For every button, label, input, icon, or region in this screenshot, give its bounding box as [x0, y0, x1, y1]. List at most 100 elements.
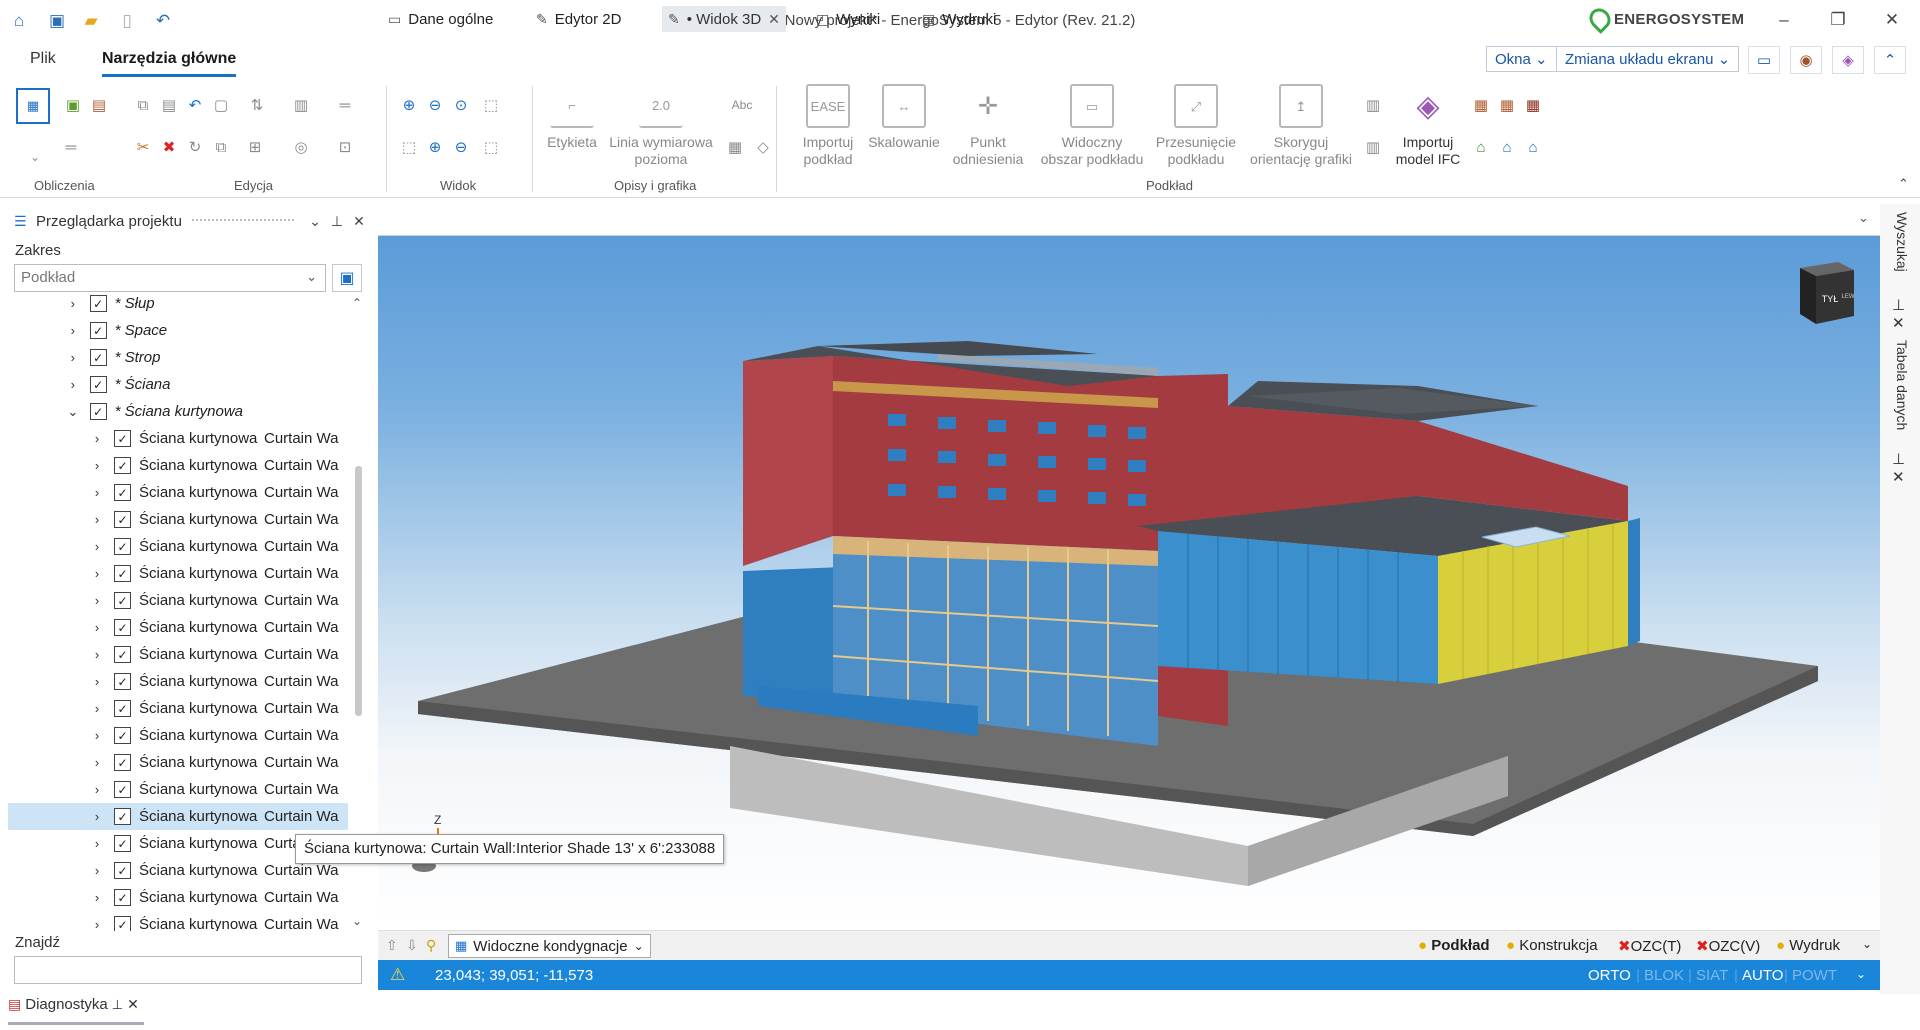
grid-icon[interactable]: ▥ — [1362, 94, 1384, 116]
shape-icon[interactable]: ◇ — [752, 136, 774, 158]
3d-viewport[interactable]: Z TYŁ LEW — [378, 236, 1880, 929]
circle-icon[interactable]: ◎ — [290, 136, 312, 158]
expand-chevron-icon[interactable]: › — [66, 350, 80, 365]
widoczny-obszar-button[interactable]: ▭ Widoczny obszar podkładu — [1032, 84, 1152, 168]
expand-chevron-icon[interactable]: › — [90, 431, 104, 446]
tree-checkbox[interactable]: ✓ — [114, 538, 131, 555]
house3-icon[interactable]: ⌂ — [1522, 136, 1544, 158]
tree-row[interactable]: › ✓ Ściana kurtynowa Curtain Wa — [8, 884, 348, 911]
tree-checkbox[interactable]: ✓ — [114, 754, 131, 771]
tree-checkbox[interactable]: ✓ — [89, 376, 107, 393]
layer-podklad[interactable]: ● Podkład — [1418, 937, 1490, 954]
zoom-window-icon[interactable]: ⊙ — [450, 94, 472, 116]
tree-row[interactable]: › ✓ Ściana kurtynowa Curtain Wa — [8, 668, 348, 695]
mirror-icon[interactable]: ⊞ — [244, 136, 266, 158]
tree-checkbox[interactable]: ✓ — [89, 322, 107, 339]
tree-checkbox[interactable]: ✓ — [114, 781, 131, 798]
floor-plan3-icon[interactable]: ▦ — [1522, 94, 1544, 116]
expand-chevron-icon[interactable]: › — [90, 890, 104, 905]
skoryguj-button[interactable]: ↥ Skoryguj orientację grafiki — [1242, 84, 1360, 168]
calculator-icon[interactable]: ▦ — [16, 88, 50, 124]
tree-checkbox[interactable]: ✓ — [114, 889, 131, 906]
calc-green-icon[interactable]: ▣ — [62, 94, 84, 116]
house2-icon[interactable]: ⌂ — [1496, 136, 1518, 158]
align-icon[interactable]: ═ — [334, 94, 356, 116]
mode-orto[interactable]: ORTO — [1588, 967, 1631, 984]
tree-row[interactable]: › ✓ Ściana kurtynowa Curtain Wa — [8, 776, 348, 803]
tree-row[interactable]: › ✓ Ściana kurtynowa Curtain Wa — [8, 695, 348, 722]
close-tab-icon[interactable]: ✕ — [768, 11, 780, 28]
expand-chevron-icon[interactable]: › — [90, 539, 104, 554]
ribbon-collapse-icon[interactable]: ⌃ — [1898, 176, 1909, 192]
text-abc-icon[interactable]: Abc — [724, 94, 760, 116]
tree-checkbox[interactable]: ✓ — [114, 430, 131, 447]
expand-chevron-icon[interactable]: › — [90, 593, 104, 608]
expand-chevron-icon[interactable]: › — [90, 674, 104, 689]
scroll-thumb[interactable] — [355, 466, 362, 716]
tab-edytor-2d[interactable]: ✎ Edytor 2D — [530, 6, 627, 32]
tree-checkbox[interactable]: ✓ — [114, 916, 131, 931]
expand-chevron-icon[interactable]: › — [90, 512, 104, 527]
expand-chevron-icon[interactable]: › — [90, 647, 104, 662]
layer-konstrukcja[interactable]: ● Konstrukcja — [1506, 937, 1598, 954]
close-tabela-icon[interactable]: ✕ — [1892, 468, 1905, 486]
tree-checkbox[interactable]: ✓ — [114, 700, 131, 717]
expand-chevron-icon[interactable]: › — [66, 377, 80, 392]
zoom-out-icon[interactable]: ⊖ — [424, 94, 446, 116]
close-diagnostics-icon[interactable]: ✕ — [127, 996, 139, 1013]
close-wyszukaj-icon[interactable]: ✕ — [1892, 314, 1905, 332]
find-input[interactable] — [14, 956, 362, 984]
filter-icon[interactable]: ⚲ — [426, 937, 436, 954]
tree-checkbox[interactable]: ✓ — [114, 862, 131, 879]
tab-narzedzia-glowne[interactable]: Narzędzia główne — [102, 50, 237, 77]
nav-cube-icon[interactable]: TYŁ LEW — [1794, 258, 1860, 328]
copy-icon[interactable]: ⧉ — [132, 94, 154, 116]
expand-chevron-icon[interactable]: › — [90, 863, 104, 878]
tab-dane-ogolne[interactable]: ▭ Dane ogólne — [382, 6, 499, 32]
status-dropdown-icon[interactable]: ⌄ — [1856, 967, 1866, 981]
mode-powt[interactable]: POWT — [1792, 967, 1837, 984]
tab-wyniki[interactable]: ◰ Wyniki — [810, 6, 886, 32]
tree-checkbox[interactable]: ✓ — [114, 511, 131, 528]
expand-chevron-icon[interactable]: › — [90, 458, 104, 473]
tree-checkbox[interactable]: ✓ — [114, 646, 131, 663]
undo-edit-icon[interactable]: ↶ — [184, 94, 206, 116]
arrow-up-icon[interactable]: ⇧ — [386, 937, 398, 954]
warning-icon[interactable]: ⚠ — [390, 965, 405, 985]
zoom-next-icon[interactable]: ⊖ — [450, 136, 472, 158]
expand-chevron-icon[interactable]: › — [90, 755, 104, 770]
tree-checkbox[interactable]: ✓ — [89, 349, 107, 366]
tree-row[interactable]: › ✓ Ściana kurtynowa Curtain Wa — [8, 560, 348, 587]
scroll-down-icon[interactable]: ⌄ — [352, 914, 362, 928]
tree-checkbox[interactable]: ✓ — [114, 619, 131, 636]
importuj-ifc-button[interactable]: ◈ Importuj model IFC — [1390, 84, 1466, 168]
move-icon[interactable]: ⇅ — [246, 94, 268, 116]
tree-row[interactable]: › ✓ Ściana kurtynowa Curtain Wa — [8, 587, 348, 614]
layers-icon[interactable]: ▥ — [290, 94, 312, 116]
mode-auto[interactable]: AUTO — [1742, 967, 1783, 984]
expand-chevron-icon[interactable]: › — [66, 323, 80, 338]
skalowanie-button[interactable]: ↔ Skalowanie — [864, 84, 944, 151]
panel-menu-chevron-icon[interactable]: ⌄ — [304, 213, 326, 230]
pin-icon[interactable]: ⊥ — [1892, 450, 1905, 468]
tree-row[interactable]: ⌄ ✓ * Ściana kurtynowa — [8, 398, 348, 425]
tabs-dropdown-icon[interactable]: ⌄ — [1858, 210, 1869, 226]
minimize-button[interactable]: – — [1764, 6, 1804, 34]
zoom-in-icon[interactable]: ⊕ — [398, 94, 420, 116]
mode-blok[interactable]: BLOK — [1644, 967, 1684, 984]
expand-chevron-icon[interactable]: › — [90, 620, 104, 635]
linia-wymiarowa-button[interactable]: 2.0 Linia wymiarowa pozioma — [604, 84, 718, 168]
duplicate-icon[interactable]: ⧉ — [210, 136, 232, 158]
tree-row[interactable]: › ✓ * Słup — [8, 294, 348, 317]
layer-ozc-t[interactable]: ✖OZC(T) — [1618, 937, 1681, 955]
tree-row[interactable]: › ✓ Ściana kurtynowa Curtain Wa — [8, 614, 348, 641]
importuj-podklad-button[interactable]: EASE Importuj podkład — [788, 84, 868, 168]
close-window-button[interactable]: ✕ — [1872, 6, 1912, 34]
floor-plan-icon[interactable]: ▦ — [1470, 94, 1492, 116]
expand-chevron-icon[interactable]: › — [90, 728, 104, 743]
tree-row[interactable]: › ✓ * Space — [8, 317, 348, 344]
tree-checkbox[interactable]: ✓ — [89, 403, 107, 420]
expand-chevron-icon[interactable]: › — [66, 296, 80, 311]
floor-plan2-icon[interactable]: ▦ — [1496, 94, 1518, 116]
tree-row[interactable]: › ✓ Ściana kurtynowa Curtain Wa — [8, 506, 348, 533]
